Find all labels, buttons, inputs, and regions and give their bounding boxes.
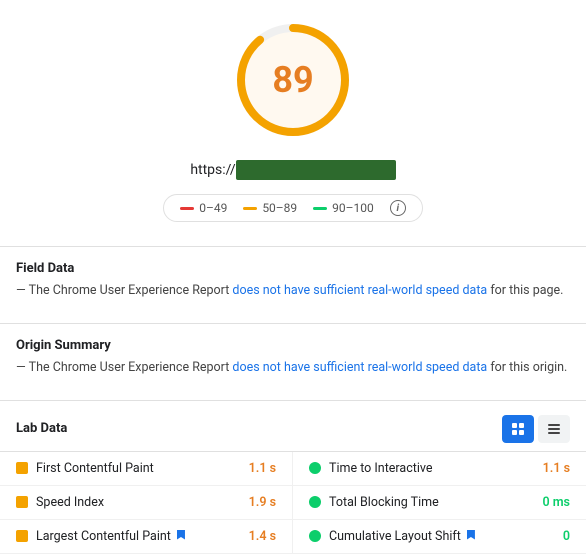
list-item: First Contentful Paint 1.1 s xyxy=(0,452,292,486)
legend-label-green: 90–100 xyxy=(332,201,374,215)
metric-name-lcp: Largest Contentful Paint xyxy=(36,529,228,544)
bookmark-icon-cls xyxy=(467,530,475,540)
list-item: Total Blocking Time 0 ms xyxy=(293,486,586,520)
metric-value-tbt: 0 ms xyxy=(530,495,570,510)
lab-data-header: Lab Data xyxy=(0,401,586,451)
metric-name-cls: Cumulative Layout Shift xyxy=(329,529,522,544)
metric-name-si: Speed Index xyxy=(36,495,228,510)
legend-dot-orange xyxy=(243,207,257,210)
field-data-suffix: for this page. xyxy=(487,283,563,298)
legend-dot-red xyxy=(180,207,194,210)
legend-dot-green xyxy=(313,207,327,210)
field-data-section: Field Data — The Chrome User Experience … xyxy=(0,247,586,311)
field-data-link[interactable]: does not have sufficient real-world spee… xyxy=(232,283,487,298)
list-item: Speed Index 1.9 s xyxy=(0,486,292,520)
legend-item-green: 90–100 xyxy=(313,201,374,215)
score-section: 89 xyxy=(0,0,586,152)
url-domain xyxy=(236,160,396,180)
legend-item-red: 0–49 xyxy=(180,201,227,215)
origin-summary-body: — The Chrome User Experience Report does… xyxy=(16,359,567,378)
metric-icon-cls xyxy=(309,530,321,542)
legend-label-red: 0–49 xyxy=(199,201,227,215)
view-toggle xyxy=(502,415,570,443)
list-item: Time to Interactive 1.1 s xyxy=(293,452,586,486)
origin-summary-suffix: for this origin. xyxy=(487,360,567,375)
origin-summary-title: Origin Summary xyxy=(16,338,111,353)
metric-value-fcp: 1.1 s xyxy=(236,461,276,476)
score-circle: 89 xyxy=(233,20,353,140)
field-data-prefix: — The Chrome User Experience Report xyxy=(16,283,232,298)
metrics-right-col: Time to Interactive 1.1 s Total Blocking… xyxy=(293,452,586,554)
metric-name-fcp: First Contentful Paint xyxy=(36,461,228,476)
metric-icon-tbt xyxy=(309,496,321,508)
metric-icon-tti xyxy=(309,462,321,474)
origin-summary-section: Origin Summary — The Chrome User Experie… xyxy=(0,324,586,388)
score-value: 89 xyxy=(272,59,313,101)
list-icon xyxy=(547,422,561,436)
metric-value-cls: 0 xyxy=(530,529,570,544)
field-data-title: Field Data xyxy=(16,261,74,276)
origin-summary-prefix: — The Chrome User Experience Report xyxy=(16,360,232,375)
score-legend: 0–49 50–89 90–100 i xyxy=(163,194,423,222)
metric-value-tti: 1.1 s xyxy=(530,461,570,476)
url-prefix: https:// xyxy=(190,162,235,178)
metric-icon-fcp xyxy=(16,462,28,474)
metric-name-tbt: Total Blocking Time xyxy=(329,495,522,510)
legend-item-orange: 50–89 xyxy=(243,201,297,215)
info-icon[interactable]: i xyxy=(390,200,406,216)
lab-data-title: Lab Data xyxy=(16,421,67,436)
metric-name-tti: Time to Interactive xyxy=(329,461,522,476)
metrics-table: First Contentful Paint 1.1 s Speed Index… xyxy=(0,451,586,554)
table-icon xyxy=(511,422,525,436)
metrics-left-col: First Contentful Paint 1.1 s Speed Index… xyxy=(0,452,293,554)
toggle-table-button[interactable] xyxy=(502,415,534,443)
field-data-body: — The Chrome User Experience Report does… xyxy=(16,282,563,301)
metric-icon-lcp xyxy=(16,530,28,542)
url-section: https:// xyxy=(0,152,586,186)
metric-value-lcp: 1.4 s xyxy=(236,529,276,544)
url-display: https:// xyxy=(190,160,395,180)
bookmark-icon-lcp xyxy=(177,530,185,540)
metric-value-si: 1.9 s xyxy=(236,495,276,510)
origin-summary-link[interactable]: does not have sufficient real-world spee… xyxy=(232,360,487,375)
toggle-list-button[interactable] xyxy=(538,415,570,443)
legend-label-orange: 50–89 xyxy=(262,201,297,215)
metric-icon-si xyxy=(16,496,28,508)
